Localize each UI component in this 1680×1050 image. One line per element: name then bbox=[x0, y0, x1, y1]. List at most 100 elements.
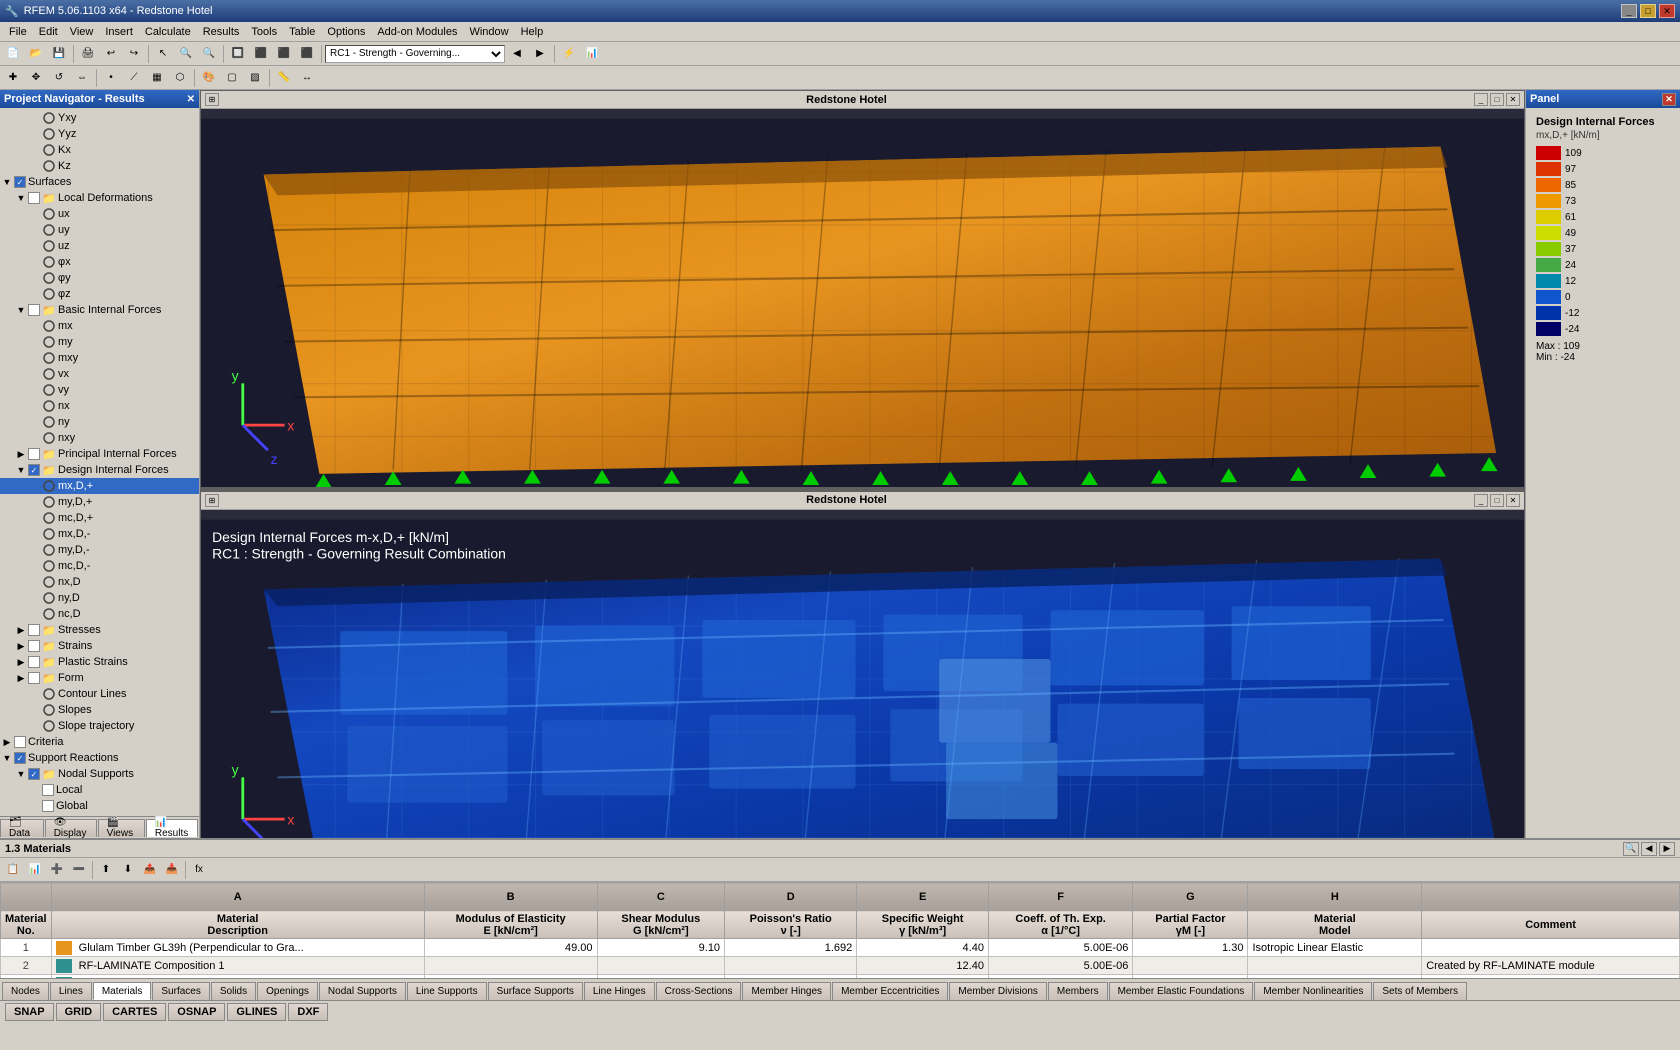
tree-expander[interactable]: ▶ bbox=[0, 735, 14, 749]
tb-wireframe[interactable]: ▢ bbox=[221, 68, 243, 88]
tree-item-vy[interactable]: vy bbox=[0, 382, 199, 398]
tree-item-mc_D__[interactable]: mc,D,- bbox=[0, 558, 199, 574]
tree-checkbox[interactable] bbox=[28, 624, 40, 636]
tree-item-Surfaces[interactable]: ▼✓Surfaces bbox=[0, 174, 199, 190]
tree-item-Nodal_Supports[interactable]: ▼✓📁Nodal Supports bbox=[0, 766, 199, 782]
menu-window[interactable]: Window bbox=[463, 25, 514, 39]
tree-checkbox[interactable] bbox=[28, 640, 40, 652]
nav-tab-display[interactable]: 👁 Display bbox=[45, 819, 97, 837]
viewport-top-content[interactable]: x y z bbox=[201, 109, 1524, 488]
tab-materials[interactable]: Materials bbox=[93, 982, 152, 1000]
table-row[interactable]: 3 RF-LAMINATE Composition 2 11.40 5.00E-… bbox=[1, 975, 1680, 979]
tree-item-Stresses[interactable]: ▶📁Stresses bbox=[0, 622, 199, 638]
tree-item-ny[interactable]: ny bbox=[0, 414, 199, 430]
tree-item-Contour_Lines[interactable]: Contour Lines bbox=[0, 686, 199, 702]
table-tb-6[interactable]: ⬇ bbox=[117, 860, 139, 880]
table-tb-3[interactable]: ➕ bbox=[46, 860, 68, 880]
menu-tools[interactable]: Tools bbox=[245, 25, 283, 39]
status-osnap[interactable]: OSNAP bbox=[168, 1003, 225, 1021]
tab-solids[interactable]: Solids bbox=[211, 982, 256, 1000]
menu-help[interactable]: Help bbox=[515, 25, 550, 39]
tab-lines[interactable]: Lines bbox=[50, 982, 92, 1000]
tree-item-Slopes[interactable]: Slopes bbox=[0, 702, 199, 718]
table-tb-5[interactable]: ⬆ bbox=[95, 860, 117, 880]
tree-item-uy[interactable]: uy bbox=[0, 222, 199, 238]
table-nav-next[interactable]: ▶ bbox=[1659, 842, 1675, 856]
tb-node[interactable]: • bbox=[100, 68, 122, 88]
tree-checkbox[interactable] bbox=[28, 448, 40, 460]
tb-prev[interactable]: ◀ bbox=[506, 44, 528, 64]
tree-item-nx_D[interactable]: nx,D bbox=[0, 574, 199, 590]
tree-expander[interactable]: ▼ bbox=[0, 751, 14, 765]
tab-member-divisions[interactable]: Member Divisions bbox=[949, 982, 1046, 1000]
tree-item-Kx[interactable]: Kx bbox=[0, 142, 199, 158]
tree-item-mx[interactable]: mx bbox=[0, 318, 199, 334]
menu-calculate[interactable]: Calculate bbox=[139, 25, 197, 39]
tree-item-ux[interactable]: ux bbox=[0, 206, 199, 222]
tree-checkbox[interactable] bbox=[42, 784, 54, 796]
tree-checkbox[interactable]: ✓ bbox=[14, 176, 26, 188]
tree-item-ny_D[interactable]: ny,D bbox=[0, 590, 199, 606]
maximize-button[interactable]: □ bbox=[1640, 4, 1656, 18]
tb-measure[interactable]: 📏 bbox=[273, 68, 295, 88]
tb-results[interactable]: 📊 bbox=[581, 44, 603, 64]
tree-expander[interactable]: ▼ bbox=[14, 463, 28, 477]
tab-sets-of-members[interactable]: Sets of Members bbox=[1373, 982, 1467, 1000]
tab-line-supports[interactable]: Line Supports bbox=[407, 982, 487, 1000]
status-cartes[interactable]: CARTES bbox=[103, 1003, 166, 1021]
tb-solid[interactable]: ⬡ bbox=[169, 68, 191, 88]
tree-expander[interactable]: ▼ bbox=[14, 191, 28, 205]
tb-view-3d[interactable]: 🔲 bbox=[227, 44, 249, 64]
status-snap[interactable]: SNAP bbox=[5, 1003, 54, 1021]
panel-close-button[interactable]: ✕ bbox=[187, 94, 195, 105]
tree-item-my_D__[interactable]: my,D,+ bbox=[0, 494, 199, 510]
tree-item-Support_Reactions[interactable]: ▼✓Support Reactions bbox=[0, 750, 199, 766]
menu-results[interactable]: Results bbox=[197, 25, 246, 39]
tb-view-side[interactable]: ⬛ bbox=[273, 44, 295, 64]
tb-view-top[interactable]: ⬛ bbox=[296, 44, 318, 64]
viewport-bottom-close[interactable]: ✕ bbox=[1506, 494, 1520, 507]
tree-item-Basic_Internal_Forces[interactable]: ▼📁Basic Internal Forces bbox=[0, 302, 199, 318]
tree-item-_z[interactable]: φz bbox=[0, 286, 199, 302]
table-tb-8[interactable]: 📥 bbox=[161, 860, 183, 880]
tb-move[interactable]: ✥ bbox=[25, 68, 47, 88]
tree-checkbox[interactable] bbox=[28, 304, 40, 316]
tree-item-Kz[interactable]: Kz bbox=[0, 158, 199, 174]
nav-tab-data[interactable]: 🗂 Data bbox=[0, 819, 44, 837]
tree-checkbox[interactable]: ✓ bbox=[28, 768, 40, 780]
tb-select[interactable]: ↖ bbox=[152, 44, 174, 64]
tree-item-Principal_Internal_Forces[interactable]: ▶📁Principal Internal Forces bbox=[0, 446, 199, 462]
tb-new[interactable]: 📄 bbox=[2, 44, 24, 64]
table-tb-formula[interactable]: fx bbox=[188, 860, 210, 880]
tb-rotate[interactable]: ↺ bbox=[48, 68, 70, 88]
tree-expander[interactable]: ▼ bbox=[0, 175, 14, 189]
tb-zoom-in[interactable]: 🔍 bbox=[175, 44, 197, 64]
tree-item-Local[interactable]: Local bbox=[0, 782, 199, 798]
tb-view-front[interactable]: ⬛ bbox=[250, 44, 272, 64]
tb-zoom-out[interactable]: 🔍 bbox=[198, 44, 220, 64]
tab-member-nonlinearities[interactable]: Member Nonlinearities bbox=[1254, 982, 1372, 1000]
tree-checkbox[interactable] bbox=[28, 672, 40, 684]
tree-expander[interactable]: ▶ bbox=[14, 623, 28, 637]
viewport-top-icon[interactable]: ⊞ bbox=[205, 93, 219, 106]
viewport-bottom-max[interactable]: □ bbox=[1490, 494, 1504, 507]
tab-member-hinges[interactable]: Member Hinges bbox=[742, 982, 831, 1000]
tree-item-nx[interactable]: nx bbox=[0, 398, 199, 414]
menu-options[interactable]: Options bbox=[321, 25, 371, 39]
viewport-bottom-icon[interactable]: ⊞ bbox=[205, 494, 219, 507]
right-panel-close[interactable]: ✕ bbox=[1662, 93, 1676, 106]
tree-checkbox[interactable] bbox=[28, 192, 40, 204]
tree-item-mx_D__[interactable]: mx,D,- bbox=[0, 526, 199, 542]
tree-expander[interactable]: ▼ bbox=[14, 303, 28, 317]
tree-item-Form[interactable]: ▶📁Form bbox=[0, 670, 199, 686]
tab-openings[interactable]: Openings bbox=[257, 982, 318, 1000]
tree-item-_y[interactable]: φy bbox=[0, 270, 199, 286]
menu-edit[interactable]: Edit bbox=[33, 25, 64, 39]
tree-item-mxy[interactable]: mxy bbox=[0, 350, 199, 366]
tb-hidden[interactable]: ▨ bbox=[244, 68, 266, 88]
tree-expander[interactable]: ▶ bbox=[14, 447, 28, 461]
status-dxf[interactable]: DXF bbox=[288, 1003, 328, 1021]
tree-item-_x[interactable]: φx bbox=[0, 254, 199, 270]
tab-surfaces[interactable]: Surfaces bbox=[152, 982, 209, 1000]
table-row[interactable]: 2 RF-LAMINATE Composition 1 12.40 5.00E-… bbox=[1, 957, 1680, 975]
